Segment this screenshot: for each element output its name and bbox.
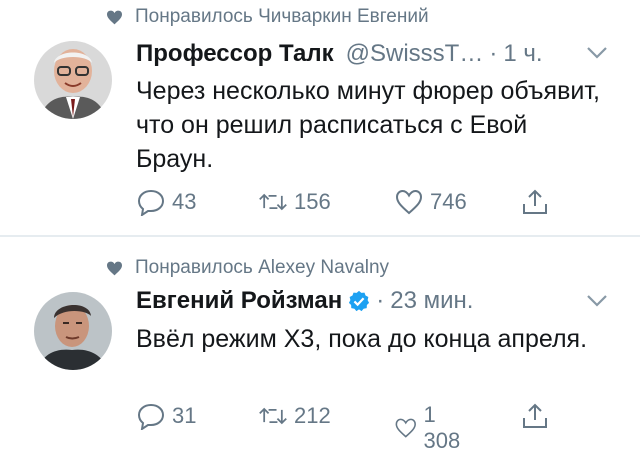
reply-button[interactable]: 43 — [136, 188, 196, 216]
tweet-text: Через несколько минут фюрер объявит, что… — [136, 77, 600, 173]
like-count: 746 — [430, 189, 467, 214]
avatar[interactable] — [34, 292, 112, 370]
like-button[interactable]: 1 308 — [394, 402, 467, 454]
reply-count: 31 — [172, 403, 197, 428]
reply-count: 43 — [172, 189, 197, 214]
retweet-icon — [259, 407, 287, 425]
heart-icon — [107, 10, 122, 24]
like-icon — [395, 418, 416, 438]
social-context: Понравилось Чичваркин Евгений — [106, 6, 429, 28]
tweet[interactable]: Понравилось Alexey Navalny Евгений Ройзм… — [0, 237, 640, 453]
reply-button[interactable]: 31 — [136, 402, 196, 430]
verified-icon — [349, 290, 370, 312]
tweet[interactable]: Понравилось Чичваркин Евгений Профессор … — [0, 0, 640, 236]
like-button[interactable]: 746 — [394, 188, 467, 216]
retweet-count: 212 — [294, 403, 331, 428]
like-icon — [395, 189, 423, 215]
share-button[interactable] — [520, 188, 556, 216]
timestamp[interactable]: 23 мин. — [390, 287, 473, 315]
tweet-header: Профессор Талк @SwisssT… · 1 ч. — [136, 40, 543, 68]
author-handle[interactable]: @SwisssT… — [346, 40, 484, 68]
separator-dot: · — [489, 40, 498, 67]
social-context: Понравилось Alexey Navalny — [106, 257, 389, 279]
chevron-down-icon[interactable] — [586, 294, 608, 308]
timestamp[interactable]: 1 ч. — [503, 40, 542, 68]
share-icon — [523, 189, 547, 214]
author-name[interactable]: Евгений Ройзман — [136, 287, 342, 315]
share-icon — [523, 403, 547, 428]
reply-icon — [137, 403, 165, 430]
chevron-down-icon[interactable] — [586, 46, 608, 60]
heart-icon — [107, 261, 122, 275]
author-name[interactable]: Профессор Талк — [136, 40, 334, 68]
reply-icon — [137, 189, 165, 216]
avatar[interactable] — [34, 41, 112, 119]
liked-by-text: Понравилось Чичваркин Евгений — [135, 6, 429, 27]
like-count: 1 308 — [423, 402, 461, 453]
retweet-button[interactable]: 212 — [258, 402, 331, 430]
retweet-button[interactable]: 156 — [258, 188, 331, 216]
separator-dot: · — [376, 287, 385, 314]
retweet-count: 156 — [294, 189, 331, 214]
liked-by-text: Понравилось Alexey Navalny — [135, 257, 390, 278]
share-button[interactable] — [520, 402, 556, 430]
tweet-text: Ввёл режим Х3, пока до конца апреля. — [136, 325, 588, 353]
tweet-header: Евгений Ройзман · 23 мин. — [136, 287, 473, 315]
retweet-icon — [259, 193, 287, 211]
